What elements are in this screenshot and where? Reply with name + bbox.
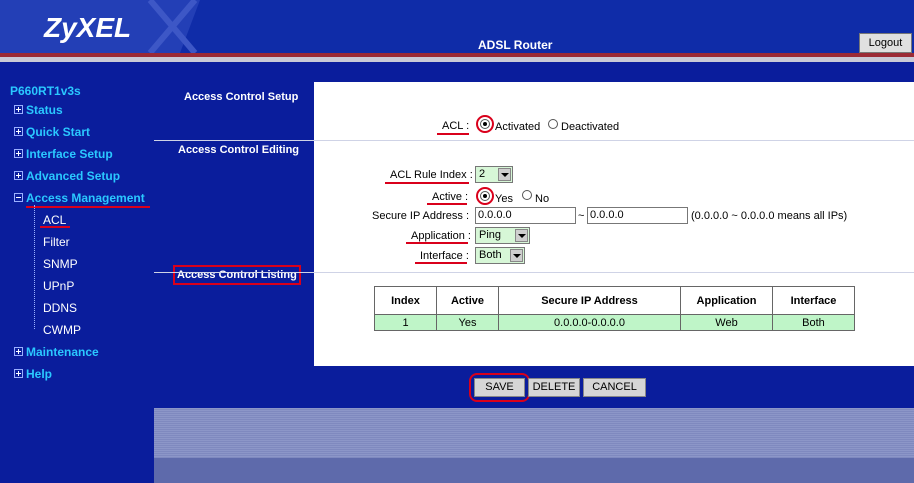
page-title: ADSL Router	[478, 38, 553, 52]
active-label: Active :	[432, 191, 469, 203]
sidebar-item-advanced-setup[interactable]: Advanced Setup	[14, 169, 120, 183]
sidebar-item-status[interactable]: Status	[14, 103, 63, 117]
sidebar-item-label: Advanced Setup	[26, 169, 121, 183]
tree-line	[34, 205, 35, 329]
sidebar-item-label: Maintenance	[26, 345, 99, 359]
rule-index-label: ACL Rule Index :	[390, 169, 473, 181]
active-no-radio[interactable]	[522, 190, 532, 200]
sidebar-item-help[interactable]: Help	[14, 367, 52, 381]
cell-application: Web	[680, 314, 773, 331]
chevron-down-icon[interactable]	[515, 229, 528, 242]
annotation-underline	[385, 182, 469, 184]
acl-label: ACL :	[442, 120, 470, 132]
annotation-underline	[415, 262, 467, 264]
interface-label: Interface :	[420, 250, 469, 262]
acl-deactivated-radio[interactable]	[548, 119, 558, 129]
sidebar-item-access-management[interactable]: Access Management	[14, 191, 145, 205]
sidebar-subitem-acl[interactable]: ACL	[43, 213, 66, 227]
cell-index: 1	[374, 314, 437, 331]
rule-index-value: 2	[479, 168, 486, 180]
expand-icon[interactable]	[14, 369, 23, 379]
footer-band-dark	[154, 458, 914, 483]
column-header-application: Application	[680, 286, 773, 315]
column-header-active: Active	[436, 286, 499, 315]
collapse-icon[interactable]	[14, 193, 23, 203]
sidebar: P660RT1v3s Status Quick Start Interface …	[0, 62, 154, 483]
active-yes-label: Yes	[495, 193, 513, 205]
secure-ip-label: Secure IP Address :	[372, 210, 470, 222]
sidebar-item-label: Access Management	[26, 191, 145, 205]
table-row: 1 Yes 0.0.0.0-0.0.0.0 Web Both	[374, 314, 855, 331]
cancel-button[interactable]: CANCEL	[583, 378, 646, 397]
sidebar-subitem-ddns[interactable]: DDNS	[43, 301, 77, 315]
table-header-row: Index Active Secure IP Address Applicati…	[374, 286, 855, 315]
application-value: Ping	[479, 229, 502, 241]
sidebar-item-label: Status	[26, 103, 63, 117]
sidebar-subitem-cwmp[interactable]: CWMP	[43, 323, 81, 337]
annotation-underline	[40, 226, 70, 228]
active-no-label: No	[535, 193, 550, 205]
interface-value: Both	[479, 249, 502, 261]
chevron-down-icon[interactable]	[510, 249, 523, 262]
sidebar-item-label: Quick Start	[26, 125, 91, 139]
annotation-underline	[26, 206, 150, 208]
sidebar-item-maintenance[interactable]: Maintenance	[14, 345, 99, 359]
cell-secure-ip: 0.0.0.0-0.0.0.0	[498, 314, 681, 331]
secure-ip-hint: (0.0.0.0 ~ 0.0.0.0 means all IPs)	[691, 210, 848, 222]
interface-select[interactable]: Both	[475, 247, 525, 264]
application-label: Application :	[411, 230, 471, 242]
sidebar-subitem-snmp[interactable]: SNMP	[43, 257, 78, 271]
cell-interface: Both	[772, 314, 855, 331]
secure-ip-start-input[interactable]: 0.0.0.0	[475, 207, 576, 224]
chevron-down-icon[interactable]	[498, 168, 511, 181]
sidebar-subitem-upnp[interactable]: UPnP	[43, 279, 74, 293]
expand-icon[interactable]	[14, 105, 23, 115]
model-name: P660RT1v3s	[10, 84, 81, 98]
expand-icon[interactable]	[14, 149, 23, 159]
sidebar-item-interface-setup[interactable]: Interface Setup	[14, 147, 113, 161]
section-divider	[154, 272, 914, 273]
section-access-control-editing: Access Control Editing	[178, 144, 300, 156]
column-header-secure-ip: Secure IP Address	[498, 286, 681, 315]
section-access-control-setup: Access Control Setup	[184, 91, 299, 103]
annotation-underline	[427, 203, 467, 205]
cell-active: Yes	[436, 314, 499, 331]
column-header-index: Index	[374, 286, 437, 315]
active-yes-radio[interactable]	[480, 191, 490, 201]
sidebar-item-label: Help	[26, 367, 53, 381]
sidebar-item-quick-start[interactable]: Quick Start	[14, 125, 90, 139]
header-bar: ZyXEL ADSL Router Logout	[0, 0, 914, 62]
acl-deactivated-label: Deactivated	[561, 121, 620, 133]
delete-button[interactable]: DELETE	[528, 378, 580, 397]
ip-range-separator: ~	[578, 210, 585, 222]
column-header-interface: Interface	[772, 286, 855, 315]
sidebar-subitem-filter[interactable]: Filter	[43, 235, 70, 249]
secure-ip-end-input[interactable]: 0.0.0.0	[587, 207, 688, 224]
acl-activated-radio[interactable]	[480, 119, 490, 129]
acl-listing-table: Index Active Secure IP Address Applicati…	[374, 286, 855, 331]
logout-button[interactable]: Logout	[859, 33, 912, 53]
save-button[interactable]: SAVE	[474, 378, 525, 397]
annotation-underline	[406, 242, 468, 244]
acl-activated-label: Activated	[495, 121, 541, 133]
section-access-control-listing: Access Control Listing	[173, 265, 301, 285]
section-divider	[154, 140, 914, 141]
rule-index-select[interactable]: 2	[475, 166, 513, 183]
expand-icon[interactable]	[14, 127, 23, 137]
zyxel-logo: ZyXEL	[44, 12, 132, 43]
expand-icon[interactable]	[14, 171, 23, 181]
expand-icon[interactable]	[14, 347, 23, 357]
application-select[interactable]: Ping	[475, 227, 530, 244]
sidebar-item-label: Interface Setup	[26, 147, 113, 161]
annotation-underline	[437, 133, 469, 135]
